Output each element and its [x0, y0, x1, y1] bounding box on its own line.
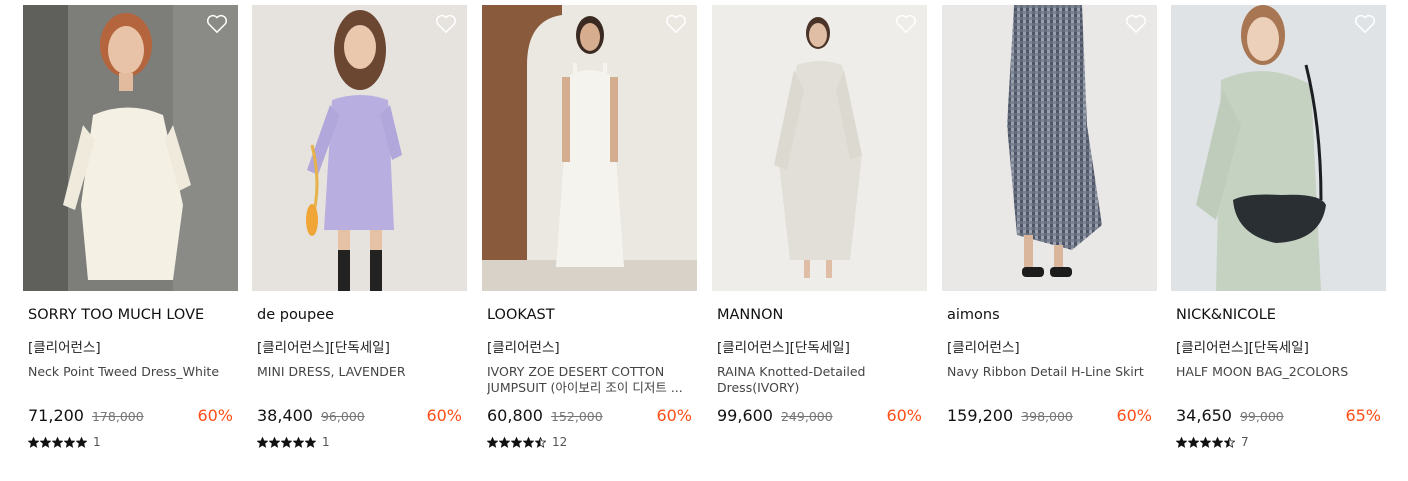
product-tags: [클리어런스] — [947, 340, 1020, 356]
star-icon — [40, 436, 51, 448]
product-photo — [252, 5, 467, 291]
product-image[interactable] — [252, 5, 467, 291]
original-price: 96,000 — [320, 409, 365, 424]
star-icon — [305, 436, 316, 448]
original-price: 178,000 — [91, 409, 144, 424]
star-icon — [511, 436, 522, 448]
rating: 1 — [28, 435, 101, 449]
star-icon — [1176, 436, 1187, 448]
star-icon — [487, 436, 498, 448]
product-image[interactable] — [23, 5, 238, 291]
product-name[interactable]: HALF MOON BAG_2COLORS — [1176, 364, 1382, 380]
product-name[interactable]: MINI DRESS, LAVENDER — [257, 364, 463, 380]
product-name[interactable]: Navy Ribbon Detail H-Line Skirt — [947, 364, 1153, 380]
product-name[interactable]: IVORY ZOE DESERT COTTON JUMPSUIT (아이보리 조… — [487, 364, 693, 395]
rating: 1 — [257, 435, 330, 449]
star-rating — [1176, 436, 1235, 448]
price: 99,600 249,000 — [717, 406, 833, 425]
review-count: 12 — [552, 435, 568, 449]
heart-icon[interactable] — [665, 14, 687, 34]
heart-icon[interactable] — [1125, 14, 1147, 34]
rating: 7 — [1176, 435, 1249, 449]
review-count: 1 — [322, 435, 330, 449]
product-photo — [482, 5, 697, 291]
brand-name[interactable]: aimons — [947, 307, 1000, 323]
discount-rate: 60% — [1116, 406, 1152, 425]
discount-rate: 60% — [886, 406, 922, 425]
sale-price: 34,650 — [1176, 406, 1232, 425]
product-tags: [클리어런스][단독세일] — [717, 340, 850, 356]
product-tags: [클리어런스] — [28, 340, 101, 356]
sale-price: 159,200 — [947, 406, 1014, 425]
star-icon — [76, 436, 87, 448]
price: 34,650 99,000 — [1176, 406, 1284, 425]
product-tags: [클리어런스] — [487, 340, 560, 356]
sale-price: 38,400 — [257, 406, 313, 425]
sale-price: 60,800 — [487, 406, 543, 425]
star-icon — [269, 436, 280, 448]
star-icon — [1224, 436, 1235, 448]
product-name[interactable]: RAINA Knotted-Detailed Dress(IVORY) — [717, 364, 923, 395]
product-image[interactable] — [1171, 5, 1386, 291]
star-icon — [64, 436, 75, 448]
star-icon — [293, 436, 304, 448]
brand-name[interactable]: NICK&NICOLE — [1176, 307, 1276, 323]
discount-rate: 60% — [426, 406, 462, 425]
original-price: 99,000 — [1239, 409, 1284, 424]
original-price: 398,000 — [1021, 409, 1073, 424]
price: 71,200 178,000 — [28, 406, 144, 425]
product-photo — [23, 5, 238, 291]
price: 60,800 152,000 — [487, 406, 603, 425]
product-card[interactable]: aimons [클리어런스] Navy Ribbon Detail H-Line… — [942, 5, 1157, 425]
product-card[interactable]: LOOKAST [클리어런스] IVORY ZOE DESERT COTTON … — [482, 5, 697, 449]
product-tags: [클리어런스][단독세일] — [1176, 340, 1309, 356]
heart-icon[interactable] — [1354, 14, 1376, 34]
star-icon — [257, 436, 268, 448]
star-icon — [28, 436, 39, 448]
original-price: 249,000 — [780, 409, 833, 424]
product-tags: [클리어런스][단독세일] — [257, 340, 390, 356]
star-icon — [523, 436, 534, 448]
heart-icon[interactable] — [435, 14, 457, 34]
star-rating — [257, 436, 316, 448]
star-icon — [1200, 436, 1211, 448]
product-name[interactable]: Neck Point Tweed Dress_White — [28, 364, 234, 380]
price: 38,400 96,000 — [257, 406, 365, 425]
discount-rate: 60% — [656, 406, 692, 425]
sale-price: 99,600 — [717, 406, 773, 425]
product-grid: SORRY TOO MUCH LOVE [클리어런스] Neck Point T… — [0, 0, 1408, 481]
discount-rate: 65% — [1345, 406, 1381, 425]
brand-name[interactable]: de poupee — [257, 307, 334, 323]
product-card[interactable]: NICK&NICOLE [클리어런스][단독세일] HALF MOON BAG_… — [1171, 5, 1386, 449]
star-rating — [28, 436, 87, 448]
heart-icon[interactable] — [206, 14, 228, 34]
star-icon — [1188, 436, 1199, 448]
star-icon — [1212, 436, 1223, 448]
rating: 12 — [487, 435, 567, 449]
heart-icon[interactable] — [895, 14, 917, 34]
product-card[interactable]: SORRY TOO MUCH LOVE [클리어런스] Neck Point T… — [23, 5, 238, 449]
product-image[interactable] — [482, 5, 697, 291]
product-photo — [942, 5, 1157, 291]
brand-name[interactable]: MANNON — [717, 307, 783, 323]
star-icon — [281, 436, 292, 448]
product-card[interactable]: de poupee [클리어런스][단독세일] MINI DRESS, LAVE… — [252, 5, 467, 449]
original-price: 152,000 — [550, 409, 603, 424]
product-photo — [1171, 5, 1386, 291]
star-icon — [535, 436, 546, 448]
star-icon — [52, 436, 63, 448]
product-image[interactable] — [712, 5, 927, 291]
star-icon — [499, 436, 510, 448]
price: 159,200 398,000 — [947, 406, 1073, 425]
review-count: 1 — [93, 435, 101, 449]
brand-name[interactable]: SORRY TOO MUCH LOVE — [28, 307, 204, 323]
product-image[interactable] — [942, 5, 1157, 291]
star-rating — [487, 436, 546, 448]
brand-name[interactable]: LOOKAST — [487, 307, 555, 323]
discount-rate: 60% — [197, 406, 233, 425]
product-card[interactable]: MANNON [클리어런스][단독세일] RAINA Knotted-Detai… — [712, 5, 927, 425]
product-photo — [712, 5, 927, 291]
sale-price: 71,200 — [28, 406, 84, 425]
review-count: 7 — [1241, 435, 1249, 449]
